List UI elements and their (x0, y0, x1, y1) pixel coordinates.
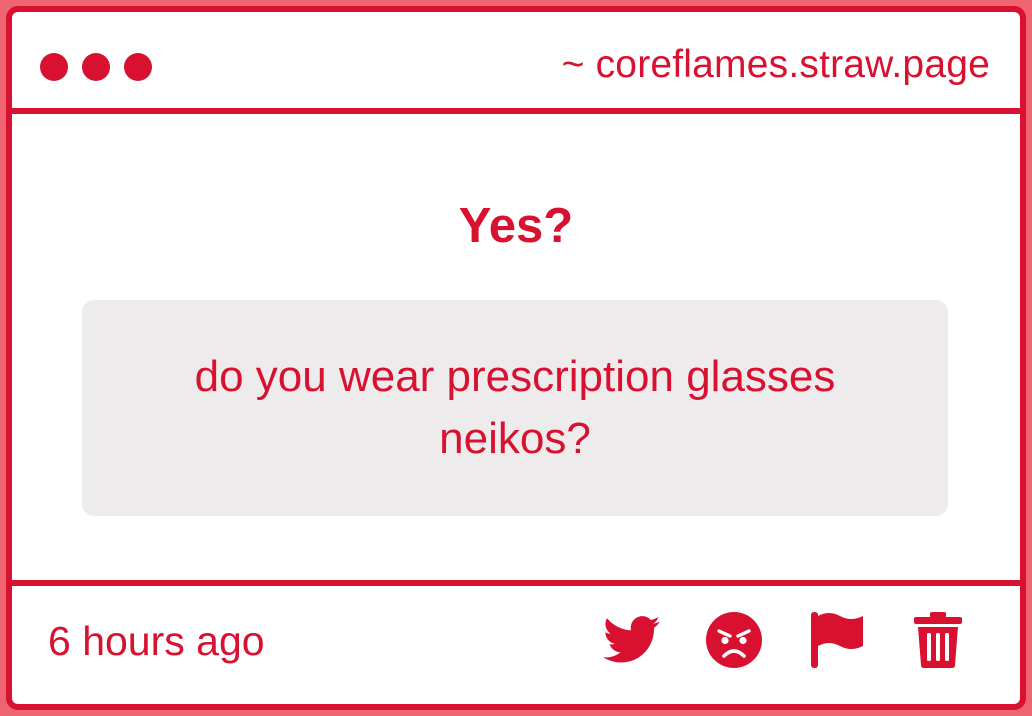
card-footer: 6 hours ago (12, 580, 1020, 704)
post-card: ~ coreflames.straw.page Yes? do you wear… (6, 6, 1026, 710)
window-dot (82, 53, 110, 81)
window-dot (124, 53, 152, 81)
question-text: do you wear prescription glasses neikos? (194, 352, 836, 463)
window-header: ~ coreflames.straw.page (12, 12, 1020, 114)
site-url-link[interactable]: ~ coreflames.straw.page (562, 42, 990, 88)
answer-text: Yes? (458, 199, 574, 253)
delete-button[interactable] (908, 610, 968, 670)
flag-icon (811, 612, 863, 668)
react-angry-button[interactable] (704, 610, 764, 670)
window-dots (40, 53, 152, 81)
action-bar (602, 610, 968, 670)
trash-icon (914, 612, 962, 668)
question-box: do you wear prescription glasses neikos? (82, 300, 948, 516)
report-flag-button[interactable] (806, 610, 866, 670)
timestamp: 6 hours ago (48, 618, 265, 664)
window-dot (40, 53, 68, 81)
angry-face-icon (706, 612, 762, 668)
share-twitter-button[interactable] (602, 610, 662, 670)
twitter-icon (603, 616, 661, 663)
